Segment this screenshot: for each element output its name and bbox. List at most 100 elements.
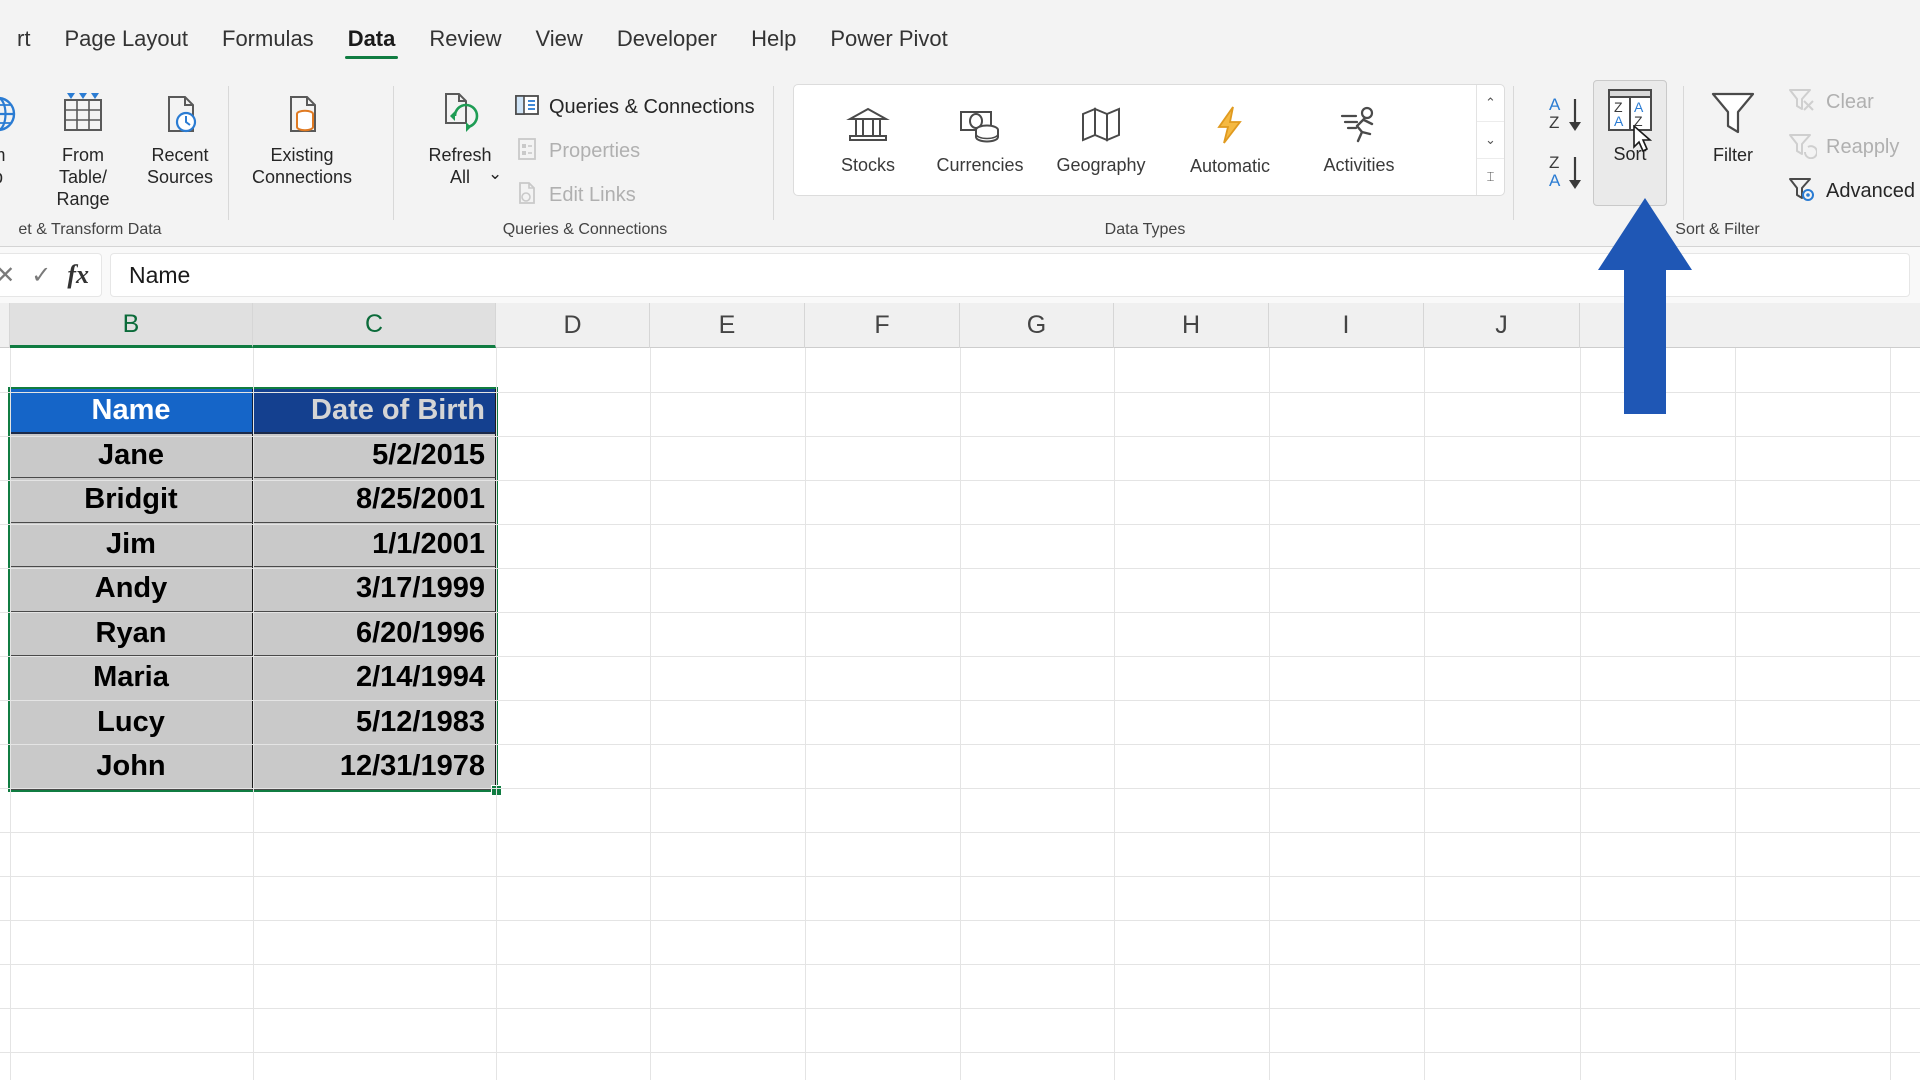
queries-and-connections-label: Queries & Connections	[549, 96, 755, 119]
fx-icon[interactable]: fx	[67, 260, 89, 290]
table-row-name-cell[interactable]: Jane	[10, 434, 253, 479]
grid-line	[1890, 348, 1891, 1080]
existing-connections-button[interactable]: Existing Connections	[244, 82, 360, 192]
gallery-expand-icon[interactable]: ⌶	[1477, 158, 1504, 195]
grid-body[interactable]: NameDate of BirthJane5/2/2015Bridgit8/25…	[0, 348, 1920, 1080]
cancel-x-icon[interactable]: ✕	[0, 261, 15, 290]
table-row-name-cell[interactable]: Maria	[10, 656, 253, 701]
column-header-D[interactable]: D	[496, 303, 650, 348]
queries-and-connections-button[interactable]: Queries & Connections	[510, 90, 759, 125]
table-row-name-cell[interactable]: Andy	[10, 567, 253, 612]
chevron-down-icon[interactable]: ⌄	[488, 164, 502, 184]
table-row-name-cell[interactable]: Lucy	[10, 701, 253, 746]
grid-line	[0, 920, 1920, 921]
filter-funnel-icon	[1705, 86, 1761, 142]
data-type-automatic[interactable]: Automatic	[1166, 85, 1294, 195]
sort-ascending-button[interactable]: A Z	[1541, 90, 1593, 143]
column-header-I[interactable]: I	[1269, 303, 1424, 348]
grid-line	[0, 832, 1920, 833]
ribbon-tab-rt[interactable]: rt	[0, 24, 47, 54]
grid-line	[1735, 348, 1736, 1080]
grid-line	[253, 348, 254, 1080]
from-table-range-button[interactable]: From Table/ Range	[36, 82, 130, 214]
column-header-F[interactable]: F	[805, 303, 960, 348]
table-row-dob-cell[interactable]: 8/25/2001	[253, 478, 496, 523]
grid-line	[1580, 348, 1581, 1080]
group-label-queries: Queries & Connections	[395, 221, 775, 239]
currency-icon	[956, 104, 1004, 151]
clear-filter-label: Clear	[1826, 91, 1874, 114]
gallery-scrollbar[interactable]: ⌃ ⌄ ⌶	[1476, 85, 1504, 195]
ribbon-tab-power-pivot[interactable]: Power Pivot	[813, 24, 964, 54]
table-row-name-cell[interactable]: Bridgit	[10, 478, 253, 523]
enter-check-icon[interactable]: ✓	[31, 261, 51, 290]
ribbon-tab-data[interactable]: Data	[331, 24, 413, 54]
table-row-dob-cell[interactable]: 1/1/2001	[253, 523, 496, 568]
reapply-filter-label: Reapply	[1826, 136, 1899, 159]
ribbon-tab-formulas[interactable]: Formulas	[205, 24, 331, 54]
svg-text:Z: Z	[1549, 153, 1559, 172]
table-row-dob-cell[interactable]: 3/17/1999	[253, 567, 496, 612]
edit-links-label: Edit Links	[549, 184, 636, 207]
column-header-H[interactable]: H	[1114, 303, 1269, 348]
gallery-scroll-down-icon[interactable]: ⌄	[1477, 121, 1504, 158]
gallery-scroll-up-icon[interactable]: ⌃	[1477, 85, 1504, 121]
grid-line	[805, 348, 806, 1080]
sort-descending-button[interactable]: Z A	[1541, 148, 1593, 201]
reapply-filter-icon	[1787, 131, 1817, 164]
data-type-geography[interactable]: Geography	[1036, 85, 1166, 195]
column-header-stub	[0, 303, 10, 348]
grid-line	[1114, 348, 1115, 1080]
sort-button[interactable]: Z A A Z Sort	[1593, 80, 1667, 206]
ribbon-tab-review[interactable]: Review	[412, 24, 518, 54]
ribbon-group-data-types: Stocks Currencies	[775, 72, 1515, 247]
properties-icon	[514, 136, 540, 167]
ribbon-tab-help[interactable]: Help	[734, 24, 813, 54]
from-table-range-label: From Table/ Range	[38, 144, 128, 210]
table-row-name-cell[interactable]: John	[10, 745, 253, 790]
formula-bar-buttons: ✕ ✓ fx	[0, 253, 102, 297]
grid-line	[0, 1008, 1920, 1009]
grid-line	[1269, 348, 1270, 1080]
svg-text:Z: Z	[1549, 113, 1559, 132]
lightning-icon	[1209, 103, 1251, 152]
filter-button[interactable]: Filter	[1697, 82, 1769, 170]
from-web-button[interactable]: m b	[0, 82, 30, 192]
table-row-dob-cell[interactable]: 5/12/1983	[253, 701, 496, 746]
data-type-currencies[interactable]: Currencies	[924, 85, 1036, 195]
ribbon-separator	[1513, 86, 1514, 220]
column-header-J[interactable]: J	[1424, 303, 1580, 348]
existing-connections-label: Existing Connections	[252, 144, 352, 188]
table-row-dob-cell[interactable]: 6/20/1996	[253, 612, 496, 657]
recent-sources-button[interactable]: Recent Sources	[140, 82, 220, 192]
refresh-all-icon	[435, 86, 485, 142]
ribbon-separator	[393, 86, 394, 220]
column-header-B[interactable]: B	[10, 303, 253, 348]
table-row-dob-cell[interactable]: 2/14/1994	[253, 656, 496, 701]
grid-line	[0, 436, 1920, 437]
data-types-gallery[interactable]: Stocks Currencies	[793, 84, 1505, 196]
table-header-row-dob-cell[interactable]: Date of Birth	[253, 389, 496, 434]
advanced-filter-icon	[1787, 175, 1817, 208]
group-label-sort-filter: Sort & Filter	[1515, 221, 1920, 239]
ribbon-group-get-transform: m b From Table/ Range	[0, 72, 395, 247]
data-type-activities[interactable]: Activities	[1294, 85, 1424, 195]
data-type-stocks[interactable]: Stocks	[812, 85, 924, 195]
from-web-label: m b	[0, 144, 6, 188]
data-type-activities-label: Activities	[1323, 155, 1394, 176]
column-header-G[interactable]: G	[960, 303, 1114, 348]
column-header-E[interactable]: E	[650, 303, 805, 348]
ribbon-tab-page-layout[interactable]: Page Layout	[47, 24, 205, 54]
advanced-filter-button[interactable]: Advanced	[1783, 173, 1919, 210]
column-header-C[interactable]: C	[253, 303, 496, 348]
advanced-filter-label: Advanced	[1826, 180, 1915, 203]
table-row-dob-cell[interactable]: 12/31/1978	[253, 745, 496, 790]
grid-line	[0, 876, 1920, 877]
ribbon-tab-view[interactable]: View	[519, 24, 600, 54]
table-row-dob-cell[interactable]: 5/2/2015	[253, 434, 496, 479]
ribbon-tabs: rtPage LayoutFormulasDataReviewViewDevel…	[0, 24, 965, 70]
table-row-name-cell[interactable]: Jim	[10, 523, 253, 568]
ribbon-tab-developer[interactable]: Developer	[600, 24, 734, 54]
table-row-name-cell[interactable]: Ryan	[10, 612, 253, 657]
table-header-row-name-cell[interactable]: Name	[10, 389, 253, 434]
